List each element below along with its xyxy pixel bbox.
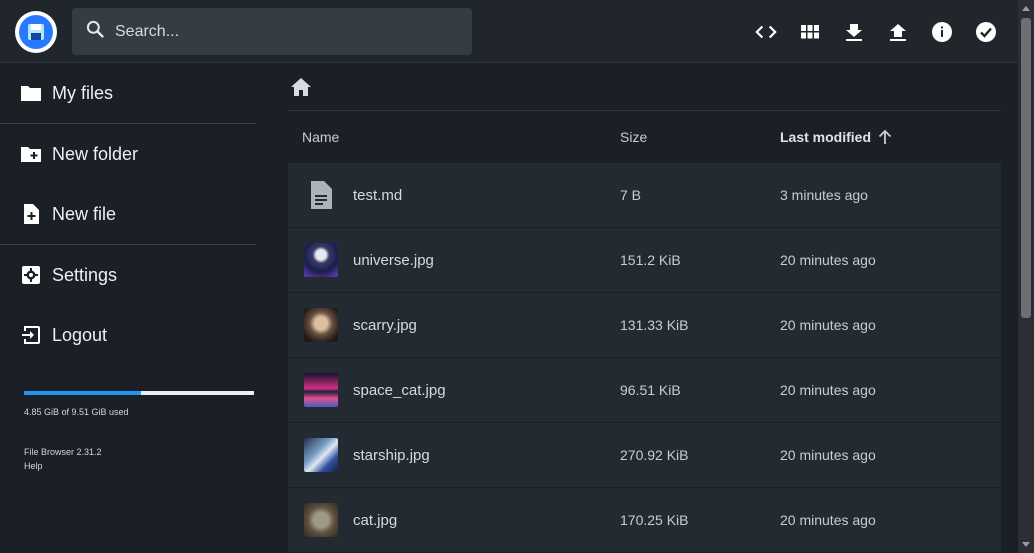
image-thumbnail <box>304 243 338 277</box>
file-modified: 3 minutes ago <box>780 187 868 203</box>
sidebar-item-label: Logout <box>52 324 108 345</box>
credits: File Browser 2.31.2 Help <box>0 417 256 473</box>
help-link[interactable]: Help <box>24 459 256 473</box>
file-name: scarry.jpg <box>353 316 417 334</box>
search-input[interactable] <box>115 22 445 41</box>
floppy-disk-icon <box>19 15 53 49</box>
version-text: File Browser 2.31.2 <box>24 447 102 457</box>
header-name[interactable]: Name <box>288 129 606 145</box>
grid-view-icon[interactable] <box>794 16 826 48</box>
logout-icon <box>20 324 42 346</box>
file-size: 96.51 KiB <box>620 382 681 398</box>
sidebar-item-new-folder[interactable]: New folder <box>0 124 256 184</box>
sidebar-item-logout[interactable]: Logout <box>0 305 256 365</box>
info-icon[interactable] <box>926 16 958 48</box>
download-icon[interactable] <box>838 16 870 48</box>
file-name: starship.jpg <box>353 446 430 464</box>
storage-usage-bar <box>24 391 254 395</box>
top-bar <box>0 0 1018 63</box>
storage-usage-text: 4.85 GiB of 9.51 GiB used <box>24 407 129 417</box>
sort-arrow-up-icon <box>877 129 893 145</box>
search-bar[interactable] <box>72 8 472 55</box>
file-modified: 20 minutes ago <box>780 317 876 333</box>
folder-icon <box>20 82 42 104</box>
file-modified: 20 minutes ago <box>780 382 876 398</box>
home-icon[interactable] <box>290 77 312 97</box>
image-thumbnail <box>304 373 338 407</box>
sidebar-item-new-file[interactable]: New file <box>0 184 256 244</box>
new-file-icon <box>20 203 42 225</box>
scroll-thumb[interactable] <box>1021 18 1031 318</box>
table-row[interactable]: universe.jpg 151.2 KiB 20 minutes ago <box>288 228 1001 292</box>
image-thumbnail <box>304 308 338 342</box>
filebrowser-logo[interactable] <box>15 11 57 53</box>
file-modified: 20 minutes ago <box>780 447 876 463</box>
sidebar-item-label: My files <box>52 82 114 103</box>
file-name: test.md <box>353 186 403 204</box>
table-row[interactable]: scarry.jpg 131.33 KiB 20 minutes ago <box>288 293 1001 357</box>
scrollbar[interactable] <box>1018 0 1034 553</box>
image-thumbnail <box>304 503 338 537</box>
scroll-up-arrow-icon[interactable] <box>1022 6 1030 11</box>
storage-usage: 4.85 GiB of 9.51 GiB used <box>0 365 256 417</box>
scroll-down-arrow-icon[interactable] <box>1022 542 1030 547</box>
table-row[interactable]: space_cat.jpg 96.51 KiB 20 minutes ago <box>288 358 1001 422</box>
code-icon[interactable] <box>750 16 782 48</box>
sidebar: My files New folder New file Settings Lo… <box>0 63 256 553</box>
select-check-icon[interactable] <box>970 16 1002 48</box>
sidebar-item-my-files[interactable]: My files <box>0 63 256 123</box>
file-modified: 20 minutes ago <box>780 252 876 268</box>
document-icon <box>304 178 338 212</box>
list-header: Name Size Last modified <box>288 111 1001 163</box>
breadcrumb <box>288 63 1001 111</box>
settings-icon <box>20 264 42 286</box>
file-name: space_cat.jpg <box>353 381 446 399</box>
file-size: 151.2 KiB <box>620 252 681 268</box>
file-name: universe.jpg <box>353 251 434 269</box>
sidebar-item-label: New folder <box>52 143 139 164</box>
upload-icon[interactable] <box>882 16 914 48</box>
file-size: 270.92 KiB <box>620 447 689 463</box>
table-row[interactable]: test.md 7 B 3 minutes ago <box>288 163 1001 227</box>
header-last-modified-label: Last modified <box>780 129 872 145</box>
new-folder-icon <box>20 143 42 165</box>
file-name: cat.jpg <box>353 511 398 529</box>
header-last-modified[interactable]: Last modified <box>766 129 1001 145</box>
image-thumbnail <box>304 438 338 472</box>
search-icon <box>85 19 105 44</box>
file-listing: Name Size Last modified test.md 7 B 3 mi… <box>288 63 1001 553</box>
table-row[interactable]: cat.jpg 170.25 KiB 20 minutes ago <box>288 488 1001 552</box>
table-row[interactable]: starship.jpg 270.92 KiB 20 minutes ago <box>288 423 1001 487</box>
sidebar-item-label: Settings <box>52 264 118 285</box>
sidebar-item-label: New file <box>52 203 117 224</box>
header-size[interactable]: Size <box>606 129 766 145</box>
sidebar-item-settings[interactable]: Settings <box>0 245 256 305</box>
file-size: 131.33 KiB <box>620 317 689 333</box>
file-modified: 20 minutes ago <box>780 512 876 528</box>
storage-usage-fill <box>24 391 142 395</box>
file-size: 170.25 KiB <box>620 512 689 528</box>
file-size: 7 B <box>620 187 642 203</box>
